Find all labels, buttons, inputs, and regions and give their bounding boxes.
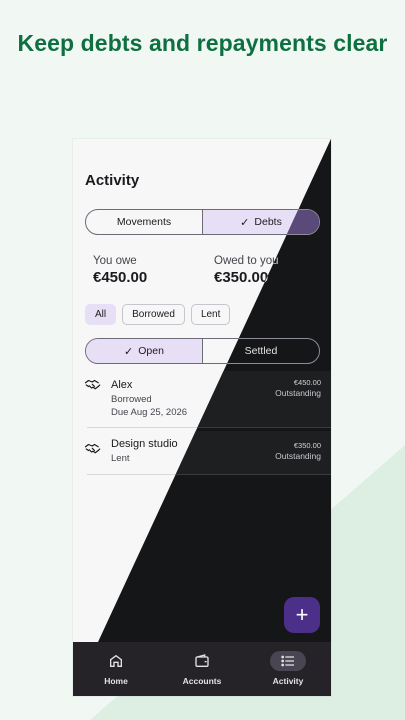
nav-activity-label: Activity <box>272 676 304 686</box>
debt-amount: €350.00 <box>293 441 321 450</box>
nav-home[interactable]: Home <box>73 642 159 696</box>
list-icon <box>281 655 294 667</box>
you-owe-label: You owe <box>93 255 137 267</box>
owed-to-you-label: Owed to you <box>214 255 279 267</box>
home-icon <box>110 654 122 667</box>
add-debt-button[interactable]: + <box>284 597 320 633</box>
tab-movements-label: Movements <box>116 216 172 228</box>
debt-type: Lent <box>111 453 130 464</box>
check-icon: ✓ <box>240 216 250 229</box>
you-owe-value: €450.00 <box>93 269 148 286</box>
handshake-icon <box>84 443 101 454</box>
filter-chips: All Borrowed Lent <box>85 304 231 325</box>
debt-due: Due Aug 25, 2026 <box>111 407 188 418</box>
debt-amount: €450.00 <box>293 378 321 387</box>
bottom-nav: Home Accounts Activity <box>73 642 331 696</box>
wallet-icon <box>195 654 209 667</box>
headline: Keep debts and repayments clear <box>17 30 388 56</box>
nav-home-label: Home <box>104 676 128 686</box>
debt-name: Design studio <box>111 438 178 450</box>
chip-all[interactable]: All <box>85 304 117 325</box>
tab-open[interactable]: ✓ Open <box>86 339 202 363</box>
tab-open-label: Open <box>138 345 164 357</box>
nav-accounts-label: Accounts <box>182 676 222 686</box>
debt-status: Outstanding <box>275 451 321 461</box>
tab-bar: Movements ✓ Debts <box>85 209 320 235</box>
page-title: Activity <box>85 172 140 189</box>
tab-debts-label: Debts <box>254 216 282 228</box>
handshake-icon <box>84 379 101 390</box>
chip-lent[interactable]: Lent <box>190 304 231 325</box>
nav-activity[interactable]: Activity <box>245 642 331 696</box>
debt-status: Outstanding <box>275 388 321 398</box>
phone-screen: Activity Movements ✓ Debts You owe €450.… <box>73 139 331 696</box>
debt-name: Alex <box>111 379 133 391</box>
debt-type: Borrowed <box>111 394 152 405</box>
owed-to-you-value: €350.00 <box>214 269 269 286</box>
nav-accounts[interactable]: Accounts <box>159 642 245 696</box>
tab-settled-label: Settled <box>244 345 278 357</box>
tab-movements[interactable]: Movements <box>86 210 202 234</box>
chip-borrowed[interactable]: Borrowed <box>122 304 185 325</box>
check-icon: ✓ <box>124 345 134 358</box>
